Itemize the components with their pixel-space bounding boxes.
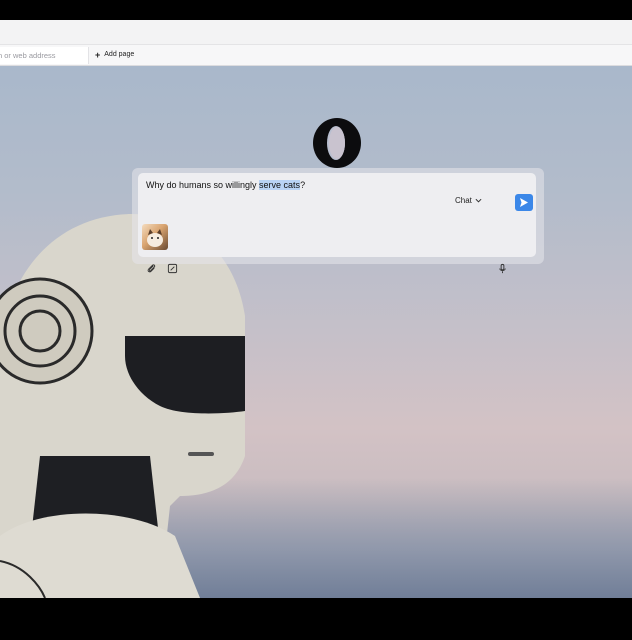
selected-text: serve cats <box>259 180 301 190</box>
microphone-icon[interactable] <box>497 263 508 274</box>
attached-image-thumbnail[interactable] <box>142 224 168 250</box>
address-bar: h or web address + Add page <box>0 44 632 66</box>
mode-label: Chat <box>455 196 472 205</box>
edit-icon[interactable] <box>167 263 178 274</box>
add-page-button[interactable]: + Add page <box>95 45 134 65</box>
address-input[interactable]: h or web address <box>0 47 89 64</box>
robot-illustration <box>0 214 245 598</box>
add-page-label: Add page <box>104 51 135 58</box>
mode-selector[interactable]: Chat <box>455 196 482 205</box>
tab-strip <box>0 20 632 44</box>
chat-prompt-input[interactable]: Why do humans so willingly serve cats? <box>146 180 305 190</box>
send-button[interactable] <box>515 194 533 211</box>
plus-icon: + <box>95 50 101 60</box>
opera-logo-icon <box>313 118 361 168</box>
chevron-down-icon <box>475 198 482 203</box>
paperclip-icon[interactable] <box>146 263 157 274</box>
start-page: Your browsing starts here. What can I do… <box>0 66 632 598</box>
cat-thumbnail <box>147 229 163 247</box>
send-icon <box>520 198 528 207</box>
